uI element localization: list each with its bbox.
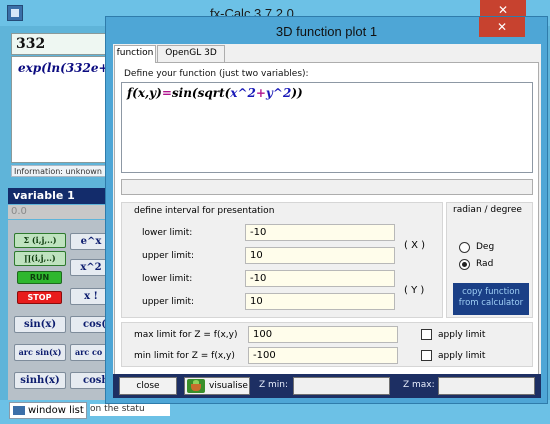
rad-radio-label: Rad <box>476 259 494 269</box>
result-value: 332 <box>16 36 46 52</box>
sinh-button[interactable]: sinh(x) <box>14 372 66 389</box>
x-axis-tag: ( X ) <box>404 240 426 251</box>
sin-button[interactable]: sin(x) <box>14 316 66 333</box>
function-input[interactable]: f(x,y)=sin(sqrt(x^2+y^2)) <box>121 82 533 173</box>
z-max-result-label: Z max: <box>403 380 435 390</box>
apply-min-checkbox[interactable] <box>421 350 432 361</box>
function-plus: + <box>255 86 266 100</box>
interval-title: define interval for presentation <box>134 206 275 216</box>
run-button[interactable]: RUN <box>17 271 62 284</box>
function-equals: = <box>161 86 172 100</box>
function-arg-x: x^2 <box>230 86 256 100</box>
angle-mode-title: radian / degree <box>453 205 522 215</box>
angle-mode-group: radian / degree Deg Rad copy function fr… <box>446 202 533 318</box>
x-lower-input[interactable]: -10 <box>245 224 395 241</box>
sum-button[interactable]: Σ (i,j,..) <box>14 233 66 248</box>
stop-button[interactable]: STOP <box>17 291 62 304</box>
y-upper-label: upper limit: <box>142 297 195 307</box>
visualise-label: visualise <box>209 381 248 391</box>
tab-function[interactable]: function <box>114 45 156 63</box>
message-bar <box>121 179 533 195</box>
z-min-result-label: Z min: <box>259 380 289 390</box>
dialog-titlebar[interactable]: 3D function plot 1 ✕ <box>106 17 547 44</box>
plot-dialog: 3D function plot 1 ✕ function OpenGL 3D … <box>105 16 548 404</box>
x-lower-label: lower limit: <box>142 228 193 238</box>
expression-text: exp(ln(332e++ <box>18 61 119 75</box>
z-max-result-field <box>438 377 535 395</box>
plant-pot-icon <box>187 379 205 393</box>
function-expression: f(x,y)=sin(sqrt(x^2+y^2)) <box>127 86 303 100</box>
window-list-icon <box>13 406 25 415</box>
y-lower-input[interactable]: -10 <box>245 270 395 287</box>
z-max-label: max limit for Z = f(x,y) <box>134 330 238 340</box>
y-axis-tag: ( Y ) <box>404 285 425 296</box>
function-lhs: f(x,y) <box>127 86 162 100</box>
z-min-result-field <box>293 377 390 395</box>
apply-max-label: apply limit <box>438 330 486 340</box>
apply-max-checkbox[interactable] <box>421 329 432 340</box>
z-max-input[interactable]: 100 <box>248 326 398 343</box>
app-icon[interactable] <box>7 5 23 21</box>
rad-radio[interactable] <box>459 259 470 270</box>
y-lower-label: lower limit: <box>142 274 193 284</box>
close-button[interactable]: close <box>119 377 177 395</box>
z-min-input[interactable]: -100 <box>248 347 398 364</box>
tab-opengl-3d[interactable]: OpenGL 3D <box>157 45 225 62</box>
expression-prefix: exp(ln( <box>18 61 66 75</box>
deg-radio[interactable] <box>459 242 470 253</box>
function-tab-panel: Define your function (just two variables… <box>114 62 539 389</box>
x-upper-input[interactable]: 10 <box>245 247 395 264</box>
function-body-end: )) <box>291 86 303 100</box>
dialog-bottom-bar: close visualise Z min: Z max: <box>113 374 541 398</box>
define-function-label: Define your function (just two variables… <box>124 69 309 79</box>
arcsin-button[interactable]: arc sin(x) <box>14 344 66 361</box>
y-upper-input[interactable]: 10 <box>245 293 395 310</box>
function-body-start: sin(sqrt( <box>171 86 231 100</box>
deg-radio-label: Deg <box>476 242 495 252</box>
status-text: on the statu <box>90 404 170 416</box>
apply-min-label: apply limit <box>438 351 486 361</box>
visualise-button[interactable]: visualise <box>184 377 250 395</box>
window-list-label: window list <box>28 405 84 416</box>
z-limit-group: max limit for Z = f(x,y) 100 apply limit… <box>121 322 533 367</box>
function-arg-y: y^2 <box>265 86 292 100</box>
dialog-client: function OpenGL 3D Define your function … <box>113 44 541 398</box>
window-list-button[interactable]: window list <box>9 402 87 419</box>
x-upper-label: upper limit: <box>142 251 195 261</box>
interval-group: define interval for presentation lower l… <box>121 202 443 318</box>
copy-function-button[interactable]: copy function from calculator <box>453 283 529 315</box>
dialog-close-button[interactable]: ✕ <box>479 17 525 37</box>
z-min-label: min limit for Z = f(x,y) <box>134 351 235 361</box>
product-button[interactable]: ∏(i,j,..) <box>14 251 66 266</box>
